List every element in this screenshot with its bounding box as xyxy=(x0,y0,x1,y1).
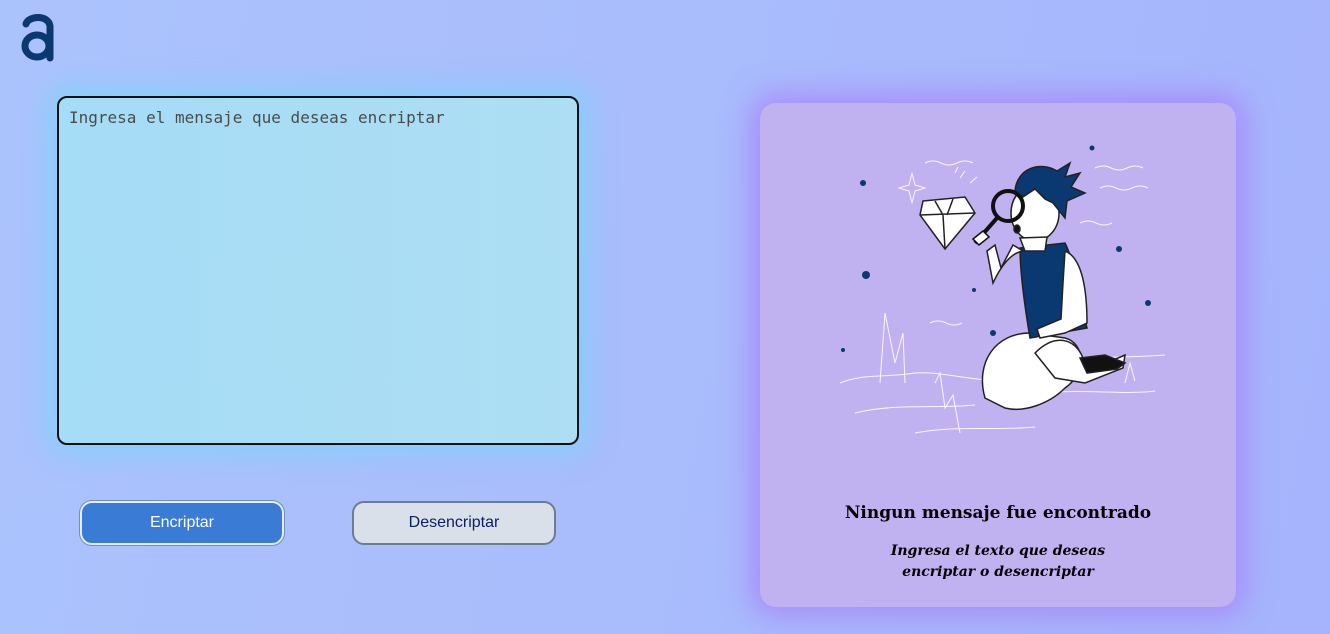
output-panel: Ningun mensaje fue encontrado Ingresa el… xyxy=(760,103,1236,607)
decrypt-button[interactable]: Desencriptar xyxy=(352,501,556,545)
empty-state-subtitle: Ingresa el texto que deseas encriptar o … xyxy=(890,543,1106,580)
message-input-container xyxy=(57,96,579,445)
empty-state-title: Ningun mensaje fue encontrado xyxy=(844,503,1152,523)
person-magnifying-glass-icon xyxy=(839,145,1166,434)
encrypt-button[interactable]: Encriptar xyxy=(80,501,284,545)
message-input[interactable] xyxy=(57,96,579,445)
logo-icon xyxy=(21,14,54,62)
